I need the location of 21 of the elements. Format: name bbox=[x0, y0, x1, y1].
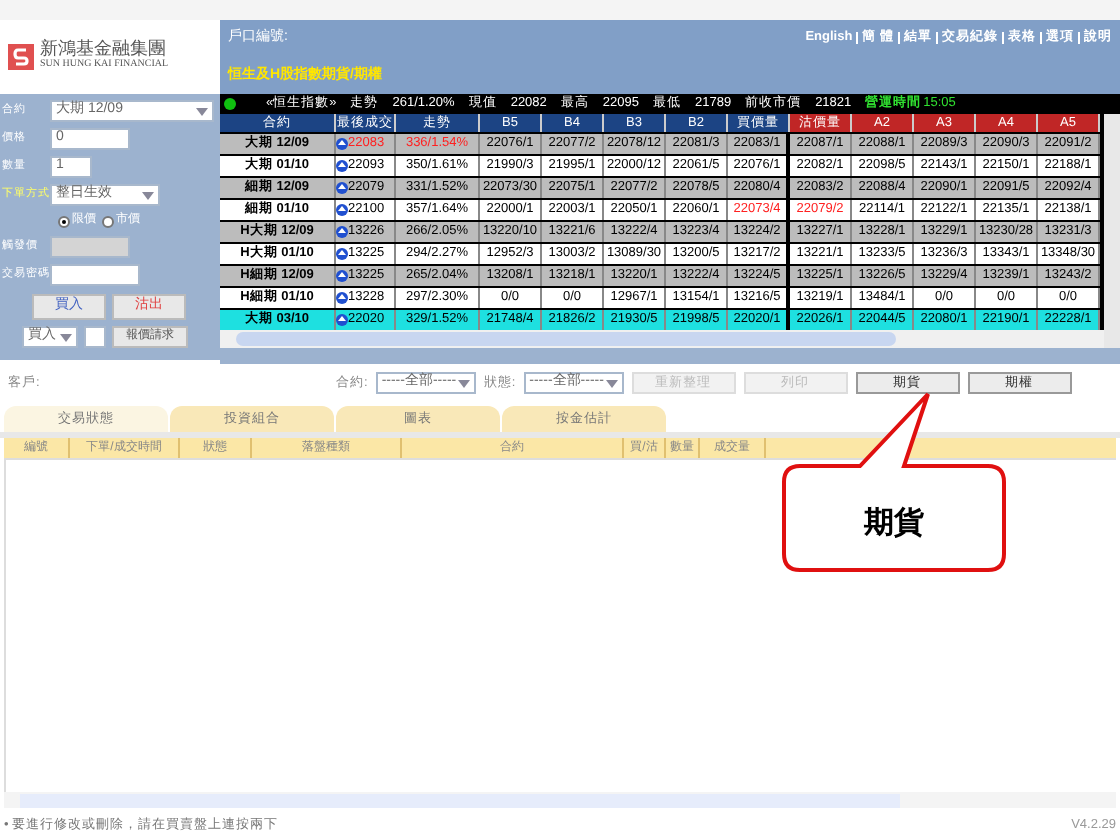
radio-button[interactable] bbox=[58, 215, 70, 227]
password-field[interactable] bbox=[50, 264, 140, 286]
dropdown-arrow-icon bbox=[457, 379, 470, 387]
up-arrow-icon bbox=[336, 270, 348, 282]
dropdown-arrow-icon bbox=[196, 107, 208, 115]
up-arrow-icon bbox=[336, 182, 348, 194]
callout-text: 期貨 bbox=[864, 504, 924, 544]
up-arrow-icon bbox=[336, 138, 348, 150]
dropdown-arrow-icon bbox=[60, 333, 72, 341]
status-light-icon bbox=[224, 98, 236, 110]
logo-icon bbox=[8, 44, 34, 70]
logo-chinese-text: 新鴻基金融集團 bbox=[40, 40, 168, 59]
radio-button[interactable] bbox=[102, 215, 114, 227]
horizontal-scrollbar[interactable] bbox=[220, 330, 1104, 348]
up-arrow-icon bbox=[336, 226, 348, 238]
orders-horizontal-scrollbar[interactable] bbox=[4, 792, 1116, 808]
vertical-scrollbar[interactable] bbox=[1104, 114, 1120, 348]
up-arrow-icon bbox=[336, 314, 348, 326]
dropdown-arrow-icon bbox=[142, 191, 154, 199]
dropdown-arrow-icon bbox=[605, 379, 618, 387]
quote-quantity-field[interactable] bbox=[84, 326, 106, 348]
